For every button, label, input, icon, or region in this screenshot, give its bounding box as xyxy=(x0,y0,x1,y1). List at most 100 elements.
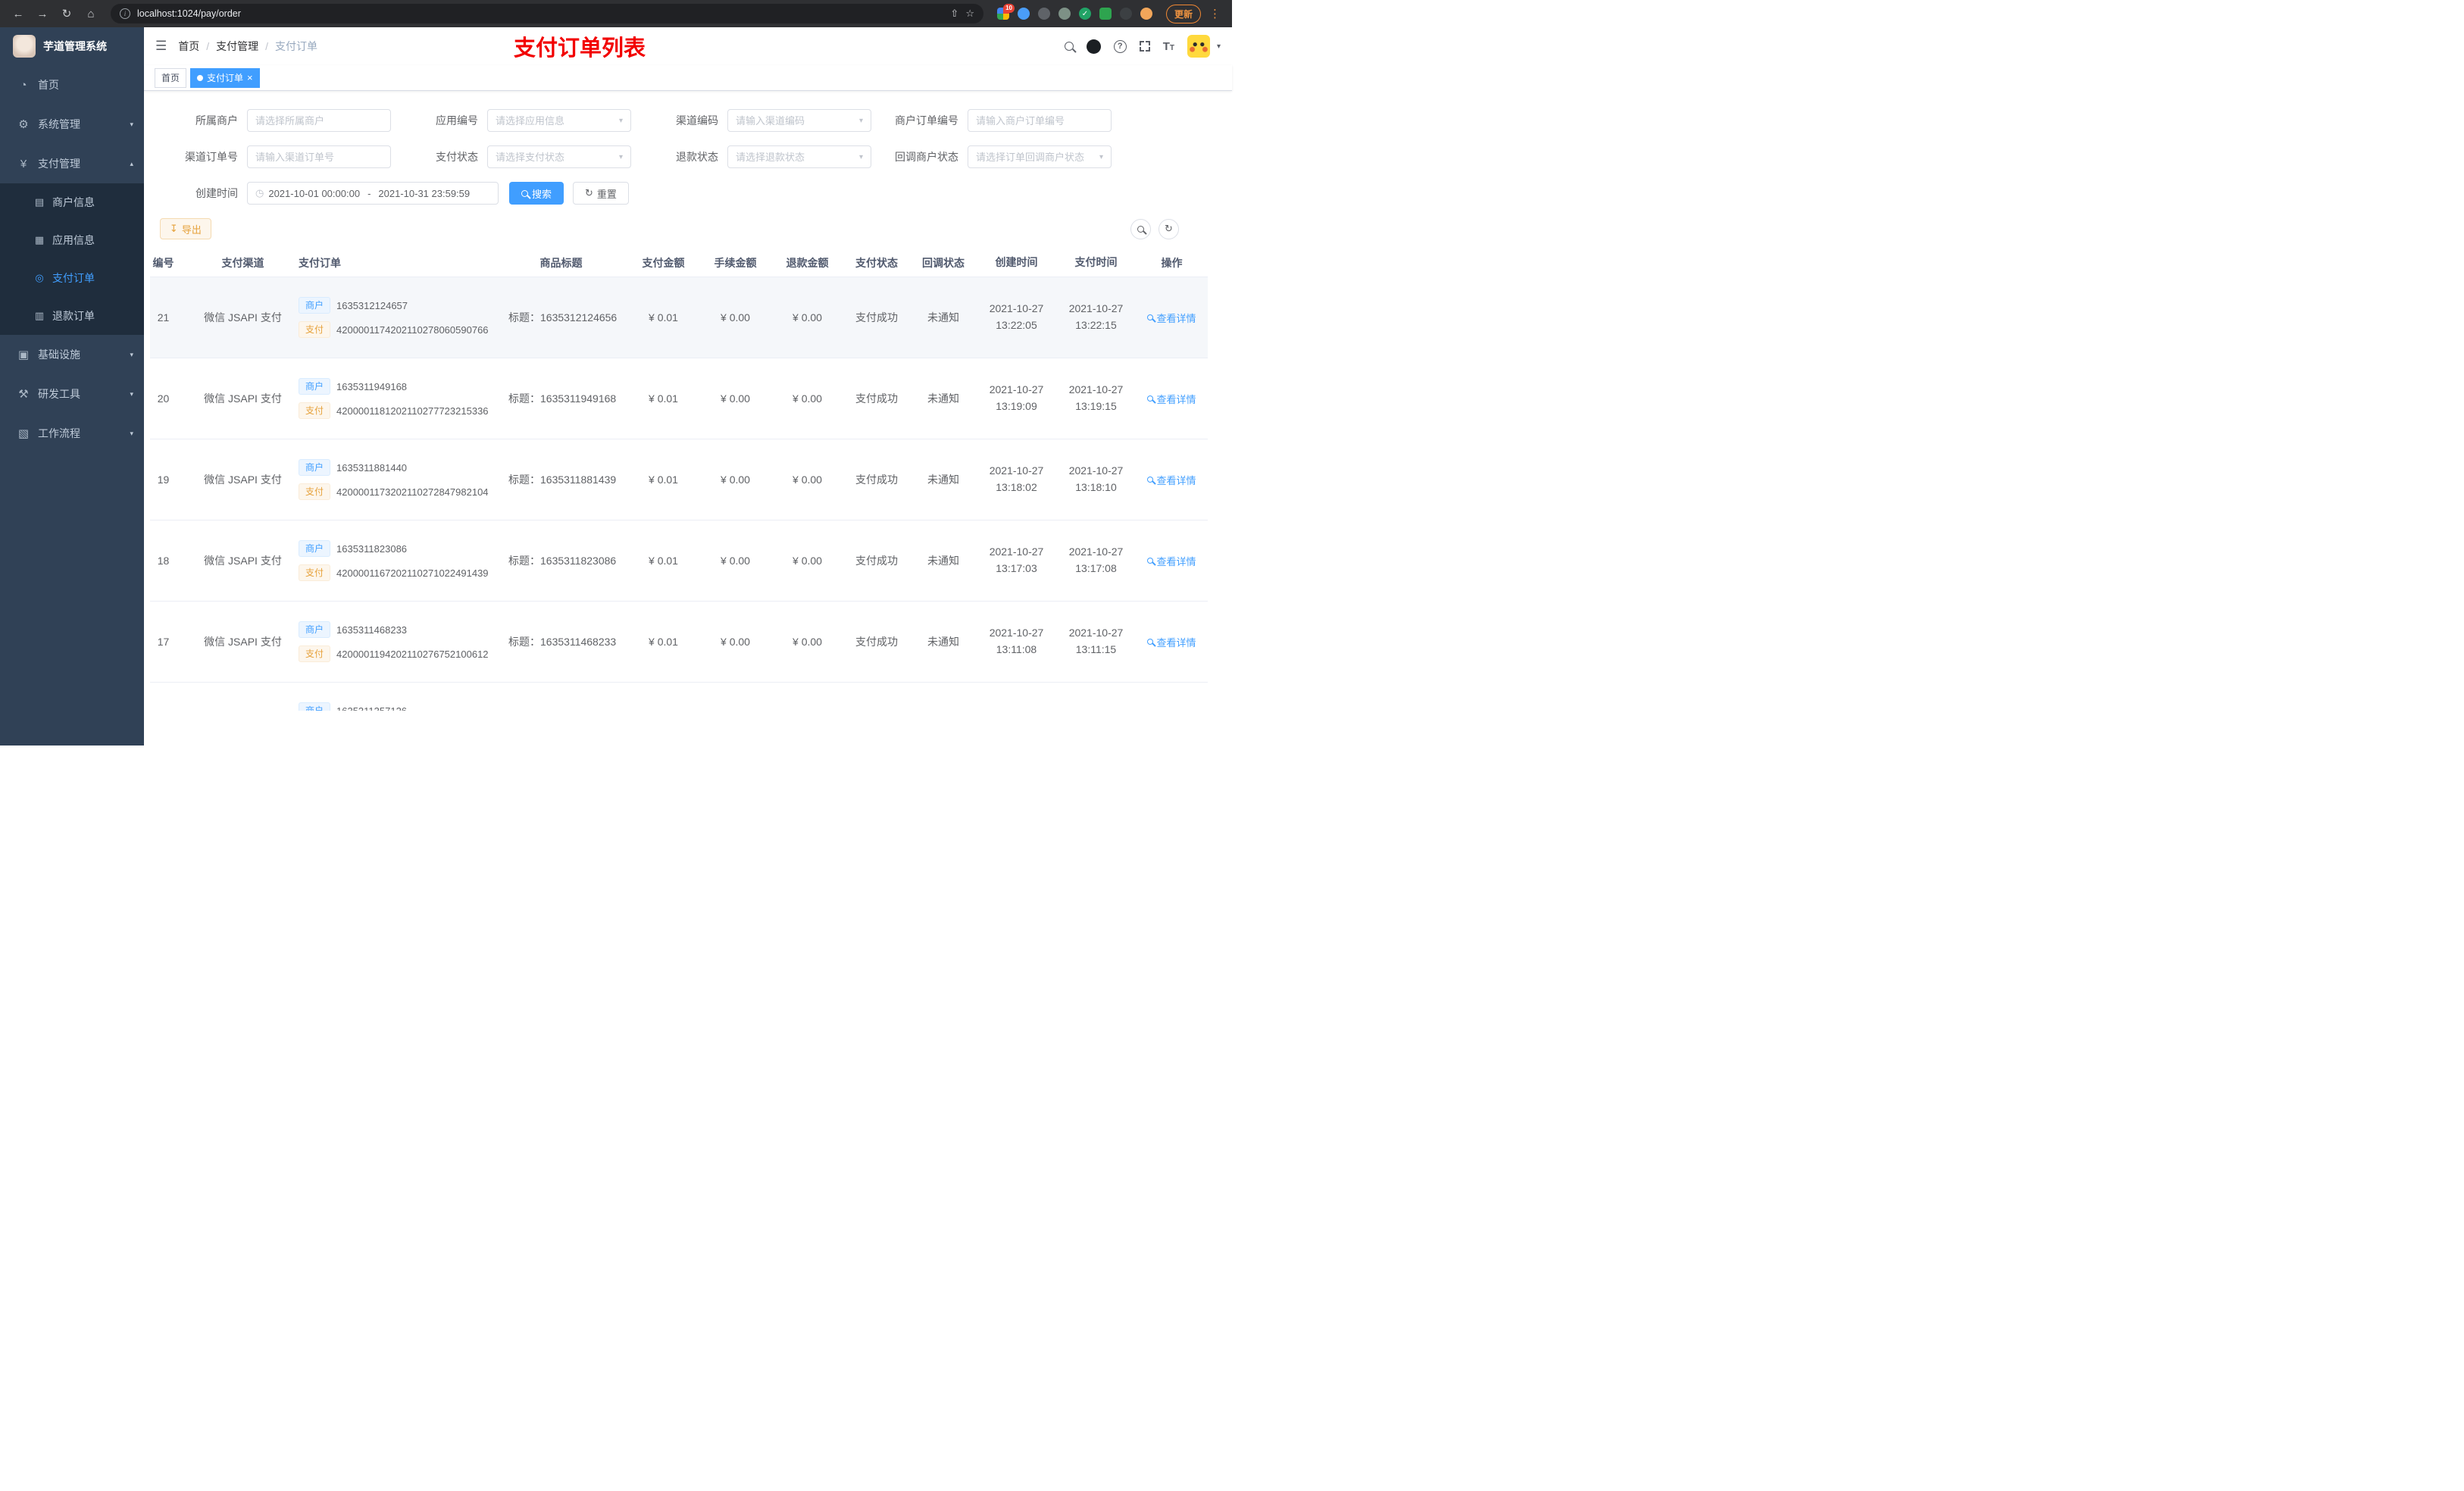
filter-input-merchant[interactable] xyxy=(255,114,383,127)
filter-select-pay-status[interactable]: ▾ xyxy=(487,145,631,168)
cell-pay-status: 支付成功 xyxy=(855,555,898,567)
sidebar-subitem-app-info[interactable]: ▦ 应用信息 xyxy=(0,221,144,259)
filter-input-channel-order-no[interactable] xyxy=(255,151,383,163)
view-detail-link[interactable]: 查看详情 xyxy=(1147,554,1196,568)
breadcrumb-item-payment[interactable]: 支付管理 xyxy=(216,39,258,54)
filter-select-notify-status[interactable]: ▾ xyxy=(968,145,1112,168)
reset-button-label: 重置 xyxy=(596,188,617,200)
search-icon[interactable] xyxy=(1064,42,1074,51)
extension-icon-4[interactable] xyxy=(1058,8,1071,20)
view-detail-link[interactable]: 查看详情 xyxy=(1147,473,1196,487)
breadcrumb-item-home[interactable]: 首页 xyxy=(178,39,199,54)
filter-select-channel-code[interactable]: ▾ xyxy=(727,109,871,132)
cell-pay-status: 支付成功 xyxy=(855,392,898,405)
browser-forward-icon[interactable]: → xyxy=(32,3,53,24)
table-row: 21 微信 JSAPI 支付 商户 1635312124657 支付 42000… xyxy=(150,277,1208,358)
cell-notify-status: 未通知 xyxy=(927,636,959,648)
github-icon[interactable] xyxy=(1086,39,1101,54)
browser-reload-icon[interactable]: ↻ xyxy=(56,3,77,24)
site-info-icon[interactable]: i xyxy=(120,8,130,19)
bookmark-star-icon[interactable]: ☆ xyxy=(965,8,974,20)
date-range-separator: - xyxy=(367,187,371,199)
filter-input-pay-status[interactable] xyxy=(496,151,614,163)
workflow-icon: ▧ xyxy=(17,427,30,440)
download-icon: ↧ xyxy=(170,223,178,234)
tab-pay-order[interactable]: 支付订单 × xyxy=(190,67,260,88)
merchant-order-line: 商户 1635312124657 xyxy=(299,297,408,314)
filter-input-merchant-order-no[interactable] xyxy=(976,114,1103,127)
sidebar-subitem-merchant-info[interactable]: ▤ 商户信息 xyxy=(0,183,144,221)
merchant-tag: 商户 xyxy=(299,621,331,638)
date-range-picker[interactable]: ◷ 2021-10-01 00:00:00 - 2021-10-31 23:59… xyxy=(247,182,499,205)
filter-input-merchant[interactable] xyxy=(247,109,391,132)
filter-input-channel-order-no[interactable] xyxy=(247,145,391,168)
sidebar-item-payment[interactable]: ¥ 支付管理 ▴ xyxy=(0,144,144,183)
filter-input-notify-status[interactable] xyxy=(976,151,1095,163)
tab-home[interactable]: 首页 xyxy=(155,67,187,88)
title-value: 1635311949168 xyxy=(540,392,617,405)
view-detail-link[interactable]: 查看详情 xyxy=(1147,392,1196,406)
filter-input-refund-status[interactable] xyxy=(736,151,855,163)
font-size-icon[interactable]: TT xyxy=(1163,41,1174,52)
cell-fee-amount: ¥ 0.00 xyxy=(721,636,750,648)
extension-icon-7[interactable] xyxy=(1119,8,1132,20)
filter-input-channel-code[interactable] xyxy=(736,114,855,127)
close-icon[interactable]: × xyxy=(247,73,253,83)
extension-icon-3[interactable] xyxy=(1037,8,1050,20)
docs-help-icon[interactable]: ? xyxy=(1113,39,1127,53)
fullscreen-icon[interactable] xyxy=(1139,41,1150,52)
user-avatar[interactable] xyxy=(1187,35,1210,58)
view-detail-link[interactable]: 查看详情 xyxy=(1147,635,1196,649)
sidebar-item-infrastructure[interactable]: ▣ 基础设施 ▾ xyxy=(0,335,144,374)
sidebar-item-home[interactable]: ◔ 首页 xyxy=(0,65,144,105)
caret-down-icon[interactable]: ▾ xyxy=(1217,42,1221,51)
merchant-order-line: 商户 1635311468233 xyxy=(299,621,407,638)
app-logo[interactable]: 芋道管理系统 xyxy=(0,27,144,65)
browser-home-icon[interactable]: ⌂ xyxy=(80,3,102,24)
browser-back-icon[interactable]: ← xyxy=(8,3,29,24)
pay-order-no: 4200001194202110276752100612 xyxy=(336,648,489,660)
menu-label: 系统管理 xyxy=(38,118,80,130)
search-button[interactable]: 搜索 xyxy=(509,182,564,205)
column-header-notify: 回调状态 xyxy=(922,256,965,269)
view-detail-link[interactable]: 查看详情 xyxy=(1147,311,1196,325)
orders-table: 编号 支付渠道 支付订单 商品标题 支付金额 手续金额 退款金额 支付状态 回调状态 创建时间 支付… xyxy=(150,248,1232,711)
extension-icon-2[interactable] xyxy=(1017,8,1030,20)
content-area: 所属商户应用编号▾渠道编码▾商户订单编号 渠道订单号支付状态▾退款状态▾回调商户… xyxy=(144,91,1232,746)
browser-update-button[interactable]: 更新 xyxy=(1165,4,1201,23)
filter-label-merchant-order-no: 商户订单编号 xyxy=(895,114,958,127)
share-icon[interactable]: ⇧ xyxy=(950,8,958,20)
sidebar-subitem-pay-order[interactable]: ◎ 支付订单 xyxy=(0,259,144,297)
title-value: 1635312124656 xyxy=(540,311,618,324)
address-bar[interactable]: i localhost:1024/pay/order ⇧ ☆ xyxy=(111,4,983,23)
sidebar-subitem-refund-order[interactable]: ▥ 退款订单 xyxy=(0,297,144,335)
sidebar-item-dev-tools[interactable]: ⚒ 研发工具 ▾ xyxy=(0,374,144,414)
reset-button[interactable]: ↻ 重置 xyxy=(573,182,629,205)
filter-input-merchant-order-no[interactable] xyxy=(968,109,1112,132)
browser-menu-icon[interactable]: ⋮ xyxy=(1205,7,1224,20)
sidebar-toggle-icon[interactable]: ☰ xyxy=(155,39,167,54)
pay-order-line: 支付 4200001194202110276752100612 xyxy=(299,645,489,662)
cell-action: 查看详情 xyxy=(1136,473,1208,487)
sidebar-item-workflow[interactable]: ▧ 工作流程 ▾ xyxy=(0,414,144,453)
sidebar-item-system[interactable]: ⚙ 系统管理 ▾ xyxy=(0,105,144,144)
logo-avatar xyxy=(13,35,36,58)
filter-select-refund-status[interactable]: ▾ xyxy=(727,145,871,168)
extension-icon-5[interactable]: ✓ xyxy=(1078,8,1091,20)
view-detail-label: 查看详情 xyxy=(1156,393,1196,405)
filter-select-app-no[interactable]: ▾ xyxy=(487,109,631,132)
filter-input-app-no[interactable] xyxy=(496,114,614,127)
cell-notify-status: 未通知 xyxy=(927,311,959,324)
menu-label: 基础设施 xyxy=(38,349,80,361)
extension-icon-6[interactable] xyxy=(1099,8,1112,20)
tab-label: 首页 xyxy=(161,73,180,83)
title-prefix: 标题： xyxy=(508,311,540,324)
cell-product-title: 标题：1635312124656 xyxy=(495,310,627,325)
toggle-search-button[interactable] xyxy=(1130,218,1151,239)
refresh-table-button[interactable]: ↻ xyxy=(1159,218,1179,239)
sidebar-menu: ◔ 首页 ⚙ 系统管理 ▾ ¥ 支付管理 ▴ ▤ 商户信息 ▦ 应用信息 ◎ 支付订单 ▥ 退款订单 ▣ 基础设施… xyxy=(0,65,144,453)
export-button[interactable]: ↧ 导出 xyxy=(160,218,211,239)
extension-icon-8[interactable] xyxy=(1140,8,1152,20)
cell-pay-amount: ¥ 0.01 xyxy=(649,474,678,486)
extension-icon-1[interactable]: 10 xyxy=(996,4,1015,20)
